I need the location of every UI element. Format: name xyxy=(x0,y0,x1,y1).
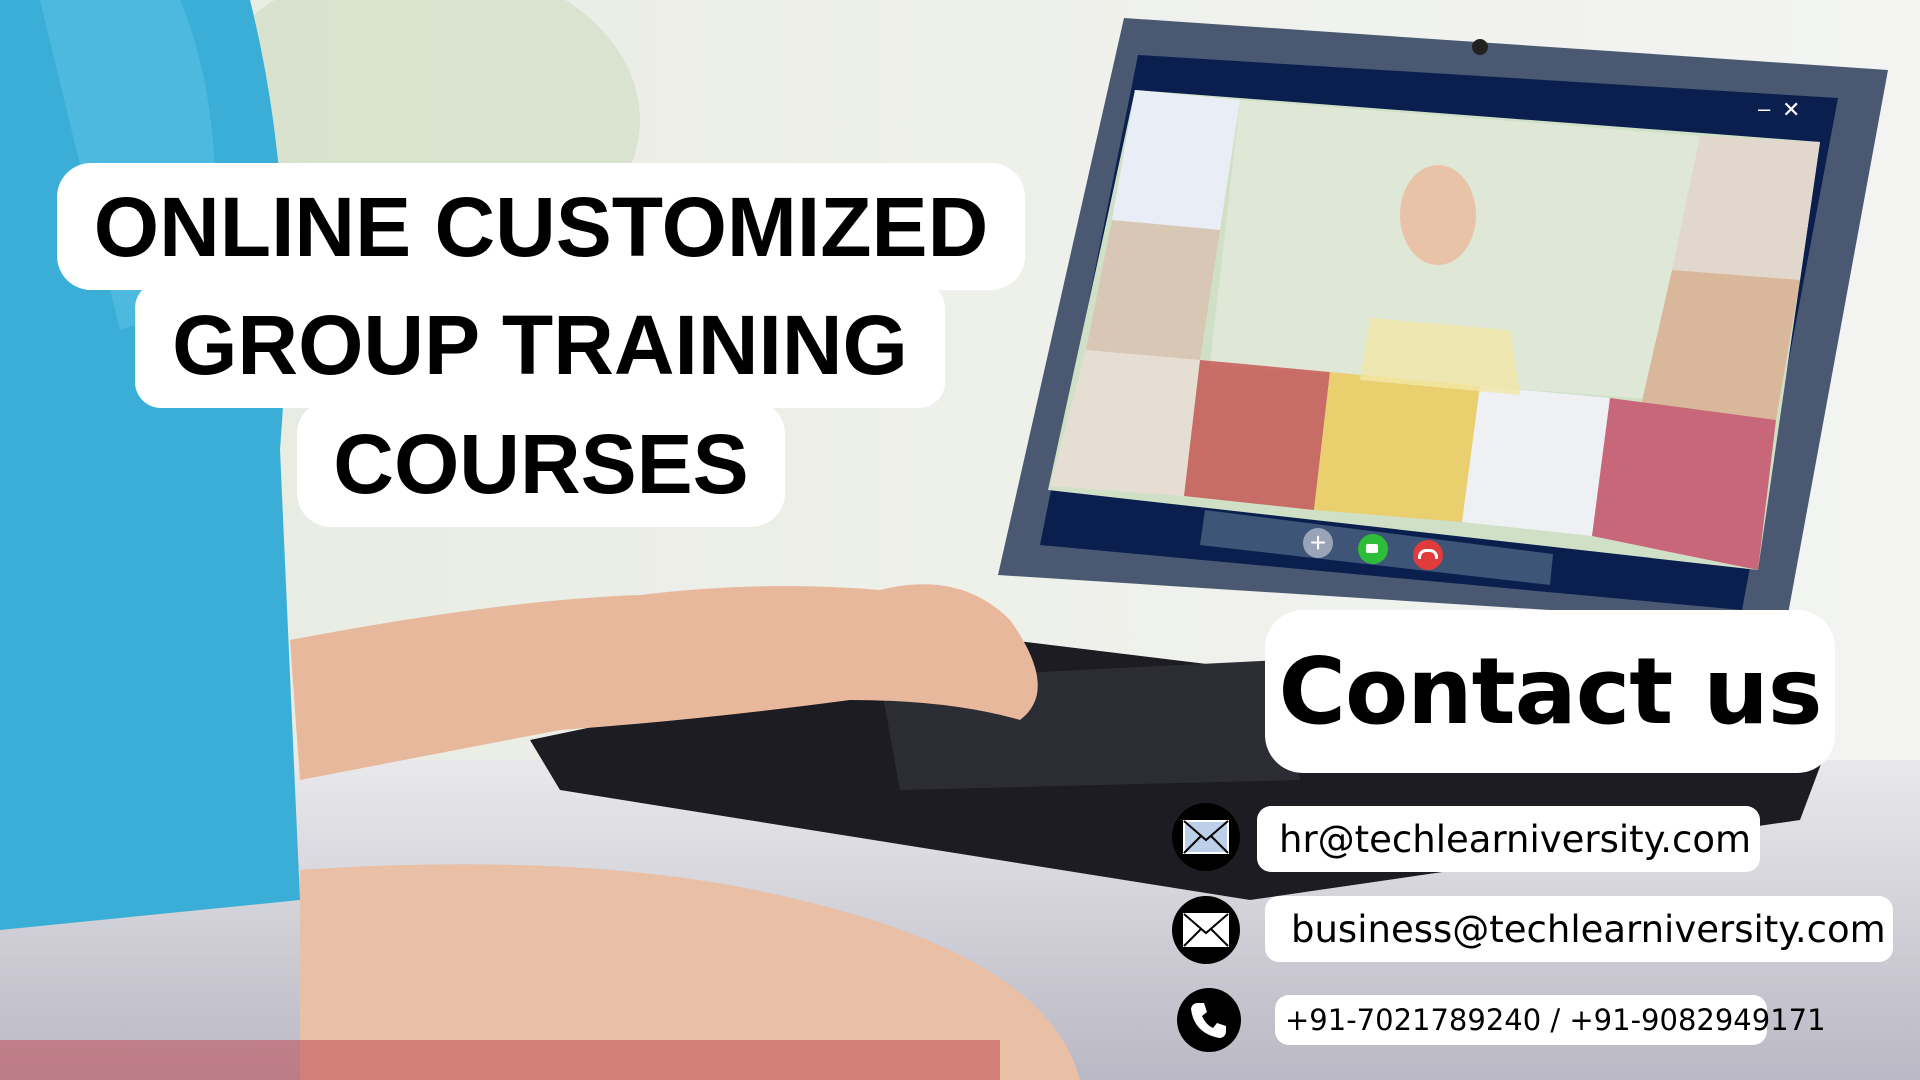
camera-icon xyxy=(1366,544,1378,553)
envelope-icon xyxy=(1172,803,1240,871)
email-business-link[interactable]: business@techlearniversity.com xyxy=(1265,896,1893,962)
headline-line-2: GROUP TRAINING xyxy=(135,282,945,408)
contact-us-heading: Contact us xyxy=(1265,610,1835,773)
add-participant-button[interactable]: + xyxy=(1303,528,1333,558)
close-button[interactable]: ✕ xyxy=(1782,97,1800,123)
hang-up-icon xyxy=(1418,549,1438,559)
phone-numbers-link[interactable]: +91-7021789240 / +91-9082949171 xyxy=(1275,995,1826,1045)
headline-line-1: ONLINE CUSTOMIZED xyxy=(57,163,1025,290)
minimize-button[interactable]: – xyxy=(1758,96,1770,122)
video-toggle-button[interactable] xyxy=(1358,534,1388,564)
envelope-icon xyxy=(1172,896,1240,964)
hang-up-button[interactable] xyxy=(1413,540,1443,570)
headline-line-3: COURSES xyxy=(297,400,785,527)
phone-icon xyxy=(1177,988,1241,1052)
email-hr-link[interactable]: hr@techlearniversity.com xyxy=(1257,806,1760,872)
video-grid xyxy=(1048,90,1820,570)
